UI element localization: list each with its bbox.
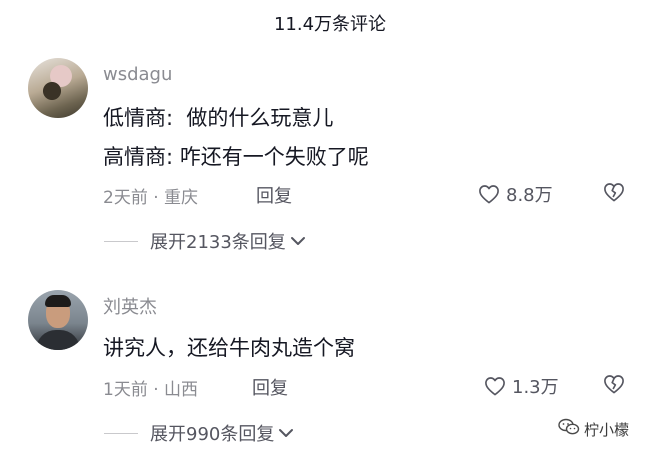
comment-username[interactable]: wsdagu <box>103 64 172 85</box>
watermark-text: 柠小檬 <box>584 420 630 439</box>
dislike-button[interactable] <box>603 374 625 398</box>
comment-text-line: 讲究人，还给牛肉丸造个窝 <box>103 336 355 360</box>
divider-dash <box>104 432 138 434</box>
like-button[interactable]: 8.8万 <box>478 181 553 207</box>
like-count: 1.3万 <box>512 377 559 398</box>
reply-button[interactable]: 回复 <box>252 374 288 400</box>
comment-time: 1天前 <box>103 380 148 400</box>
comment-location: 重庆 <box>164 188 199 208</box>
watermark: 柠小檬 <box>558 418 629 440</box>
heart-icon <box>478 184 500 204</box>
comment-username[interactable]: 刘英杰 <box>103 293 157 319</box>
expand-replies-button[interactable]: 展开2133条回复 <box>104 228 306 254</box>
comment-location: 山西 <box>164 380 199 400</box>
comment-meta: 2天前 · 重庆 <box>103 188 199 208</box>
reply-button[interactable]: 回复 <box>256 182 292 208</box>
broken-heart-icon <box>603 375 625 398</box>
heart-icon <box>484 376 506 396</box>
chevron-down-icon <box>290 231 306 252</box>
avatar[interactable] <box>28 58 88 118</box>
comment-meta: 1天前 · 山西 <box>103 380 199 400</box>
avatar[interactable] <box>28 290 88 350</box>
wechat-icon <box>558 418 580 440</box>
expand-replies-label: 展开2133条回复 <box>150 232 286 253</box>
dislike-button[interactable] <box>603 182 625 206</box>
chevron-down-icon <box>278 423 294 444</box>
broken-heart-icon <box>603 183 625 206</box>
expand-replies-label: 展开990条回复 <box>150 424 275 445</box>
comment-text-line: 低情商: 做的什么玩意儿 <box>103 106 334 130</box>
comments-count-title: 11.4万条评论 <box>273 14 387 35</box>
like-count: 8.8万 <box>506 185 553 206</box>
divider-dash <box>104 240 138 242</box>
expand-replies-button[interactable]: 展开990条回复 <box>104 420 294 446</box>
like-button[interactable]: 1.3万 <box>484 373 559 399</box>
comment-time: 2天前 <box>103 188 148 208</box>
comment-text-line: 高情商: 咋还有一个失败了呢 <box>103 145 369 169</box>
